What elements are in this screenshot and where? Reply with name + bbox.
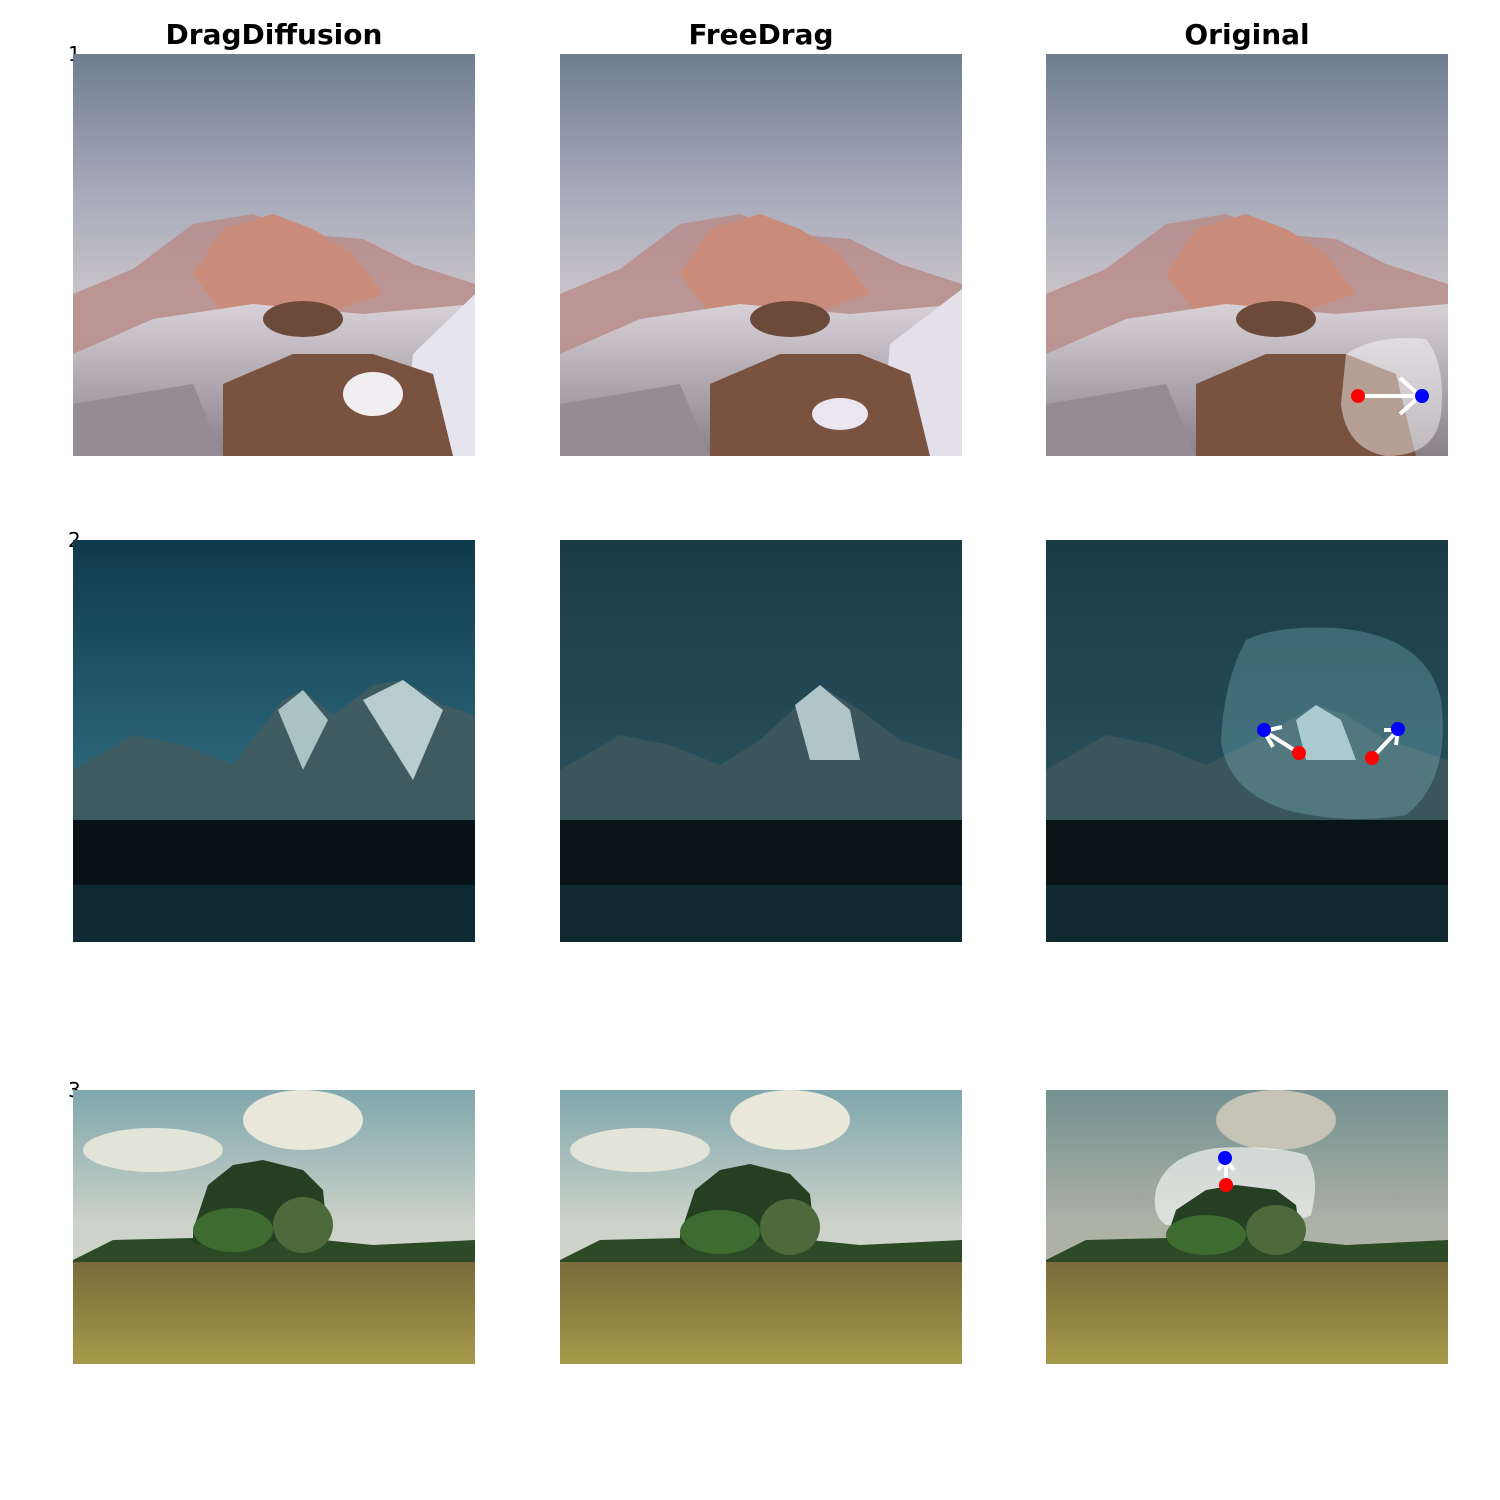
image-row1-original	[1046, 54, 1448, 456]
target-point	[1257, 723, 1271, 737]
handle-point	[1292, 746, 1306, 760]
target-point	[1415, 389, 1429, 403]
target-point	[1218, 1151, 1232, 1165]
column-title-freedrag: FreeDrag	[688, 18, 834, 51]
column-title-dragdiffusion: DragDiffusion	[165, 18, 383, 51]
target-point	[1391, 722, 1405, 736]
edit-mask-region	[1221, 627, 1443, 819]
image-row3-freedrag	[560, 1090, 962, 1364]
image-row1-dragdiffusion	[73, 54, 475, 456]
column-title-original: Original	[1184, 18, 1310, 51]
handle-point	[1365, 751, 1379, 765]
image-row2-original	[1046, 540, 1448, 942]
image-row3-dragdiffusion	[73, 1090, 475, 1364]
image-row2-dragdiffusion	[73, 540, 475, 942]
image-row3-original	[1046, 1090, 1448, 1364]
handle-point	[1351, 389, 1365, 403]
image-row1-freedrag	[560, 54, 962, 456]
image-row2-freedrag	[560, 540, 962, 942]
handle-point	[1219, 1178, 1233, 1192]
